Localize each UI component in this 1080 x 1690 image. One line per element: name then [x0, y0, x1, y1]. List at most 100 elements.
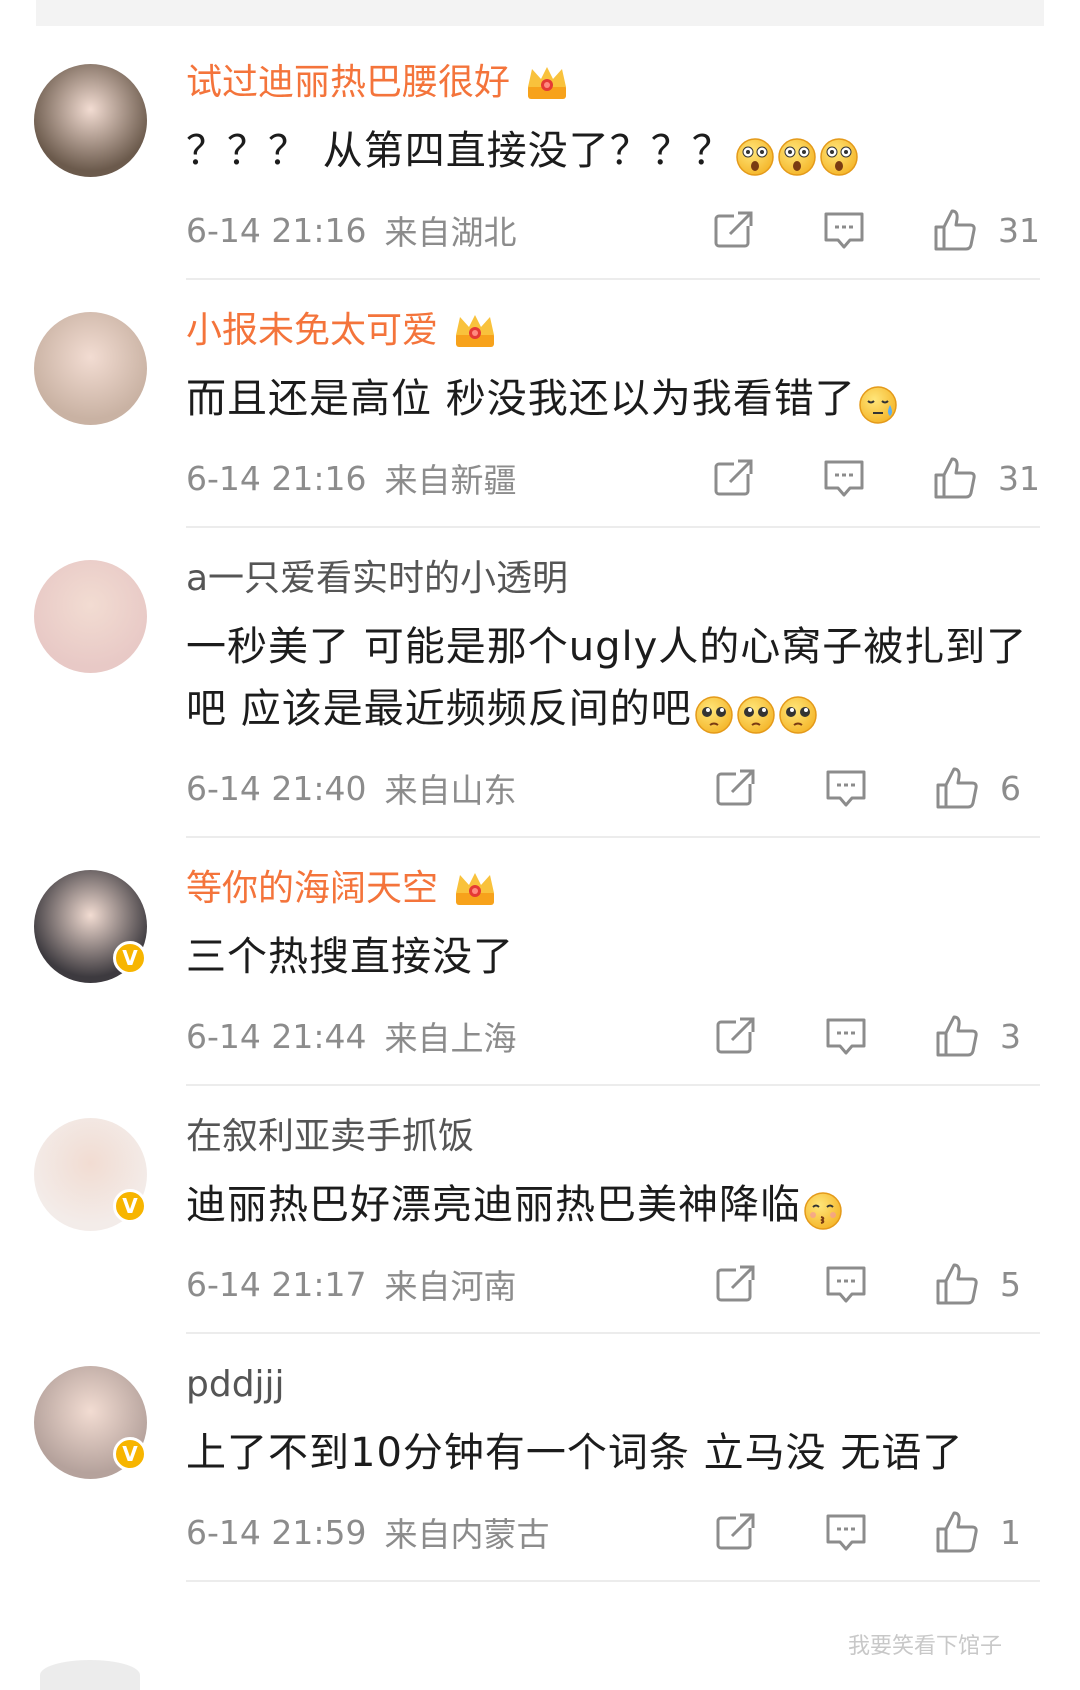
verified-badge-icon: V	[113, 1189, 147, 1223]
comment-icon[interactable]	[822, 208, 866, 252]
comment-actions: 31	[712, 455, 1040, 501]
comment-item: 试过迪丽热巴腰很好 ？？？ 从第四直接没了？？？ 6-14 21:16 来自湖北 31	[0, 32, 1080, 280]
shocked-emoji	[735, 133, 775, 176]
comment-actions: 6	[714, 765, 1040, 811]
comment-location: 来自河南	[384, 1267, 517, 1306]
verified-badge-icon: V	[113, 1437, 147, 1471]
like-count: 31	[998, 210, 1040, 250]
watermark: 我要笑看下馆子	[847, 1634, 1002, 1659]
thumbs-up-icon[interactable]	[932, 455, 978, 501]
comment-text: 三个热搜直接没了	[186, 926, 1040, 988]
share-icon[interactable]	[714, 1510, 758, 1554]
comment-text: ？？？ 从第四直接没了？？？	[186, 120, 1040, 182]
comment-time: 6-14 21:40	[186, 768, 367, 808]
username-row: 试过迪丽热巴腰很好	[186, 32, 1040, 108]
comment-list: 试过迪丽热巴腰很好？？？ 从第四直接没了？？？ 6-14 21:16 来自湖北 31 小…	[0, 32, 1080, 1582]
comment-text-content: 而且还是高位 秒没我还以为我看错了	[186, 376, 856, 422]
avatar[interactable]: V	[34, 1366, 147, 1479]
like-count: 31	[998, 458, 1040, 498]
comment-time: 6-14 21:44	[186, 1016, 367, 1056]
avatar[interactable]	[34, 312, 147, 425]
comment-location: 来自新疆	[384, 461, 517, 500]
pleading-emoji	[694, 691, 734, 734]
crown-icon	[452, 311, 498, 351]
comment-location: 来自湖北	[384, 213, 517, 252]
avatar[interactable]: V	[34, 870, 147, 983]
comment-item: Vpddjjj 上了不到10分钟有一个词条 立马没 无语了 6-14 21:59 来自…	[0, 1334, 1080, 1582]
avatar[interactable]: V	[34, 1118, 147, 1231]
share-icon[interactable]	[714, 766, 758, 810]
comment-text: 上了不到10分钟有一个词条 立马没 无语了	[186, 1422, 1040, 1484]
verified-badge-icon: V	[113, 941, 147, 975]
kiss-emoji	[803, 1187, 843, 1230]
comment-time: 6-14 21:16	[186, 458, 367, 498]
username-row: 在叙利亚卖手抓饭	[186, 1086, 1040, 1162]
crown-icon	[524, 63, 570, 103]
pleading-emoji	[778, 691, 818, 734]
share-icon[interactable]	[712, 208, 756, 252]
like-count: 3	[1000, 1016, 1021, 1056]
comment-actions: 31	[712, 207, 1040, 253]
avatar[interactable]	[34, 64, 147, 177]
sweat-emoji	[858, 381, 898, 424]
avatar[interactable]	[34, 560, 147, 673]
crown-icon	[452, 869, 498, 909]
comment-icon[interactable]	[824, 1014, 868, 1058]
comment-actions: 1	[714, 1509, 1040, 1555]
thumbs-up-icon[interactable]	[934, 765, 980, 811]
comment-meta: 6-14 21:16 来自湖北 31	[186, 182, 1040, 278]
comment-item: a一只爱看实时的小透明一秒美了 可能是那个ugly人的心窝子被扎到了吧 应该是最…	[0, 528, 1080, 838]
comment-text: 一秒美了 可能是那个ugly人的心窝子被扎到了吧 应该是最近频频反间的吧	[186, 616, 1040, 740]
share-icon[interactable]	[712, 456, 756, 500]
thumbs-up-icon[interactable]	[934, 1509, 980, 1555]
username[interactable]: 等你的海阔天空	[186, 864, 438, 914]
thumbs-up-icon[interactable]	[934, 1261, 980, 1307]
username-row: pddjjj	[186, 1334, 1040, 1410]
username[interactable]: 在叙利亚卖手抓饭	[186, 1112, 474, 1162]
username[interactable]: a一只爱看实时的小透明	[186, 554, 568, 604]
comment-text-content: 迪丽热巴好漂亮迪丽热巴美神降临	[186, 1182, 801, 1228]
comment-time: 6-14 21:59	[186, 1512, 367, 1552]
comment-text: 而且还是高位 秒没我还以为我看错了	[186, 368, 1040, 430]
comment-meta: 6-14 21:44 来自上海 3	[186, 988, 1040, 1084]
comment-item: V 等你的海阔天空三个热搜直接没了 6-14 21:44 来自上海 3	[0, 838, 1080, 1086]
comment-icon[interactable]	[824, 766, 868, 810]
comment-text-content: 三个热搜直接没了	[186, 934, 514, 980]
comment-meta: 6-14 21:16 来自新疆 31	[186, 430, 1040, 526]
comment-text: 迪丽热巴好漂亮迪丽热巴美神降临	[186, 1174, 1040, 1236]
comment-text-content: 一秒美了 可能是那个ugly人的心窝子被扎到了吧 应该是最近频频反间的吧	[186, 624, 1028, 732]
like-count: 5	[1000, 1264, 1021, 1304]
comment-item: V 在叙利亚卖手抓饭 迪丽热巴好漂亮迪丽热巴美神降临 6-14 21:17 来自河南 5	[0, 1086, 1080, 1334]
username[interactable]: 小报未免太可爱	[186, 306, 438, 356]
pleading-emoji	[736, 691, 776, 734]
comment-text-content: 上了不到10分钟有一个词条 立马没 无语了	[186, 1430, 964, 1476]
comment-icon[interactable]	[824, 1262, 868, 1306]
comment-location: 来自内蒙古	[384, 1515, 550, 1554]
next-comment-avatar-peek	[40, 1660, 140, 1690]
comment-meta: 6-14 21:17 来自河南 5	[186, 1236, 1040, 1332]
divider	[186, 1580, 1040, 1582]
comment-meta: 6-14 21:59 来自内蒙古 1	[186, 1484, 1040, 1580]
share-icon[interactable]	[714, 1262, 758, 1306]
comment-text-content: ？？？ 从第四直接没了？？？	[186, 128, 733, 174]
thumbs-up-icon[interactable]	[932, 207, 978, 253]
username-row: a一只爱看实时的小透明	[186, 528, 1040, 604]
comment-actions: 5	[714, 1261, 1040, 1307]
comment-time: 6-14 21:16	[186, 210, 367, 250]
share-icon[interactable]	[714, 1014, 758, 1058]
comment-icon[interactable]	[824, 1510, 868, 1554]
comment-meta: 6-14 21:40 来自山东 6	[186, 740, 1040, 836]
username[interactable]: pddjjj	[186, 1360, 285, 1410]
thumbs-up-icon[interactable]	[934, 1013, 980, 1059]
comment-icon[interactable]	[822, 456, 866, 500]
like-count: 6	[1000, 768, 1021, 808]
username-row: 等你的海阔天空	[186, 838, 1040, 914]
comment-actions: 3	[714, 1013, 1040, 1059]
username[interactable]: 试过迪丽热巴腰很好	[186, 58, 510, 108]
shocked-emoji	[777, 133, 817, 176]
shocked-emoji	[819, 133, 859, 176]
username-row: 小报未免太可爱	[186, 280, 1040, 356]
comment-item: 小报未免太可爱而且还是高位 秒没我还以为我看错了 6-14 21:16 来自新疆 31	[0, 280, 1080, 528]
comment-location: 来自山东	[384, 771, 517, 810]
top-strip	[36, 0, 1044, 26]
